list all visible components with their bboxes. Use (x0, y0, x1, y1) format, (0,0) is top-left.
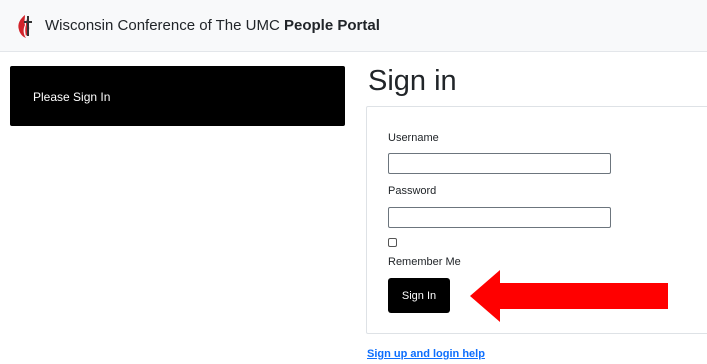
red-arrow-pointing-left-icon (470, 270, 668, 322)
brand-title[interactable]: Wisconsin Conference of The UMC People P… (45, 17, 380, 34)
signup-login-help-link[interactable]: Sign up and login help (367, 348, 485, 360)
sidebar-message: Please Sign In (33, 90, 111, 104)
brand-bold: People Portal (284, 17, 380, 34)
top-navbar: Wisconsin Conference of The UMC People P… (0, 0, 707, 52)
brand-prefix: Wisconsin Conference of The UMC (45, 17, 280, 34)
remember-me-checkbox[interactable] (388, 238, 397, 247)
page-title: Sign in (368, 65, 457, 97)
sign-in-button[interactable]: Sign In (388, 278, 450, 313)
sidebar-panel: Please Sign In (10, 66, 345, 126)
password-label: Password (388, 185, 437, 197)
cross-and-flame-icon[interactable] (14, 13, 36, 39)
username-input[interactable] (388, 153, 611, 174)
password-input[interactable] (388, 207, 611, 228)
username-label: Username (388, 132, 439, 144)
remember-me-label: Remember Me (388, 256, 461, 268)
